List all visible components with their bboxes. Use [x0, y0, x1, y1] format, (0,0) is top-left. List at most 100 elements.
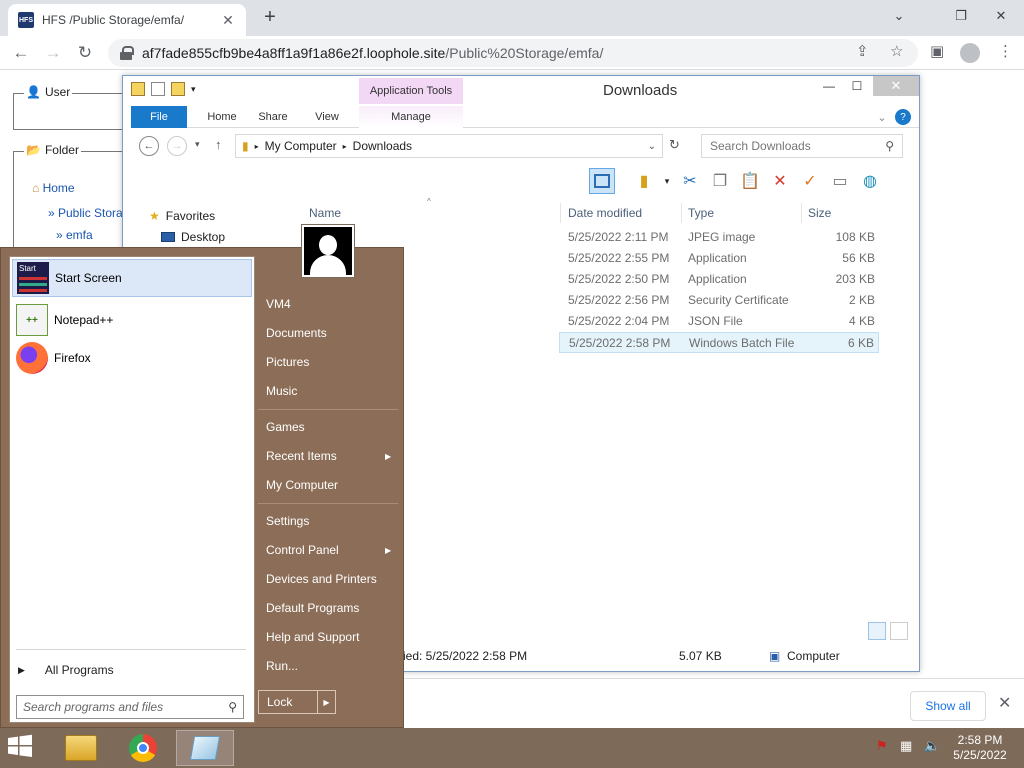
check-icon[interactable]: ✓	[797, 168, 823, 194]
folder-options-dropdown-icon[interactable]: ▾	[661, 168, 673, 194]
large-icons-view-icon[interactable]	[890, 622, 908, 640]
start-item-vm4[interactable]: VM4	[266, 297, 291, 311]
address-dropdown-icon[interactable]: ⌄	[648, 141, 656, 152]
back-icon[interactable]: ←	[139, 136, 159, 156]
close-window-icon[interactable]: ✕	[984, 0, 1018, 32]
browser-tab[interactable]: HFS HFS /Public Storage/emfa/ ✕	[8, 4, 246, 36]
new-folder-icon[interactable]	[171, 82, 185, 96]
file-row[interactable]: 5/25/2022 2:56 PM Security Certificate 2…	[563, 290, 879, 311]
explorer-address-box[interactable]: ▮ ▸ My Computer ▸ Downloads ⌄	[235, 134, 663, 158]
start-item-control-panel[interactable]: Control Panel	[266, 543, 339, 557]
lock-button[interactable]: Lock ▶	[258, 690, 336, 714]
breadcrumb-my-computer[interactable]: My Computer	[265, 139, 337, 153]
back-arrow-icon[interactable]: ←	[8, 40, 34, 66]
new-tab-button[interactable]: +	[258, 6, 282, 30]
explorer-close-icon[interactable]: ✕	[873, 76, 919, 96]
forward-arrow-icon[interactable]: →	[40, 40, 66, 66]
maximize-icon[interactable]: ☐	[843, 76, 871, 96]
program-start-screen[interactable]: Start Start Screen	[12, 259, 252, 297]
start-item-default-programs[interactable]: Default Programs	[266, 601, 359, 615]
favorites-item[interactable]: ★ Favorites	[149, 209, 215, 223]
details-view-icon[interactable]	[868, 622, 886, 640]
lock-options-arrow-icon[interactable]: ▶	[317, 691, 335, 713]
delete-icon[interactable]: ✕	[767, 168, 793, 194]
start-item-recent-items[interactable]: Recent Items	[266, 449, 337, 463]
show-all-button[interactable]: Show all	[910, 691, 986, 721]
start-item-help-and-support[interactable]: Help and Support	[266, 630, 359, 644]
folder-icon[interactable]	[131, 82, 145, 96]
share-icon[interactable]: ⇪	[856, 42, 869, 60]
copy-icon[interactable]: ❐	[707, 168, 733, 194]
network-icon[interactable]: ▦	[900, 738, 912, 754]
start-search-input[interactable]: Search programs and files ⚲	[16, 695, 244, 719]
recent-locations-icon[interactable]: ▾	[195, 139, 200, 150]
system-clock[interactable]: 2:58 PM 5/25/2022	[944, 733, 1016, 763]
up-arrow-icon[interactable]: ↑	[215, 137, 222, 152]
file-row[interactable]: 5/25/2022 2:50 PM Application 203 KB	[563, 269, 879, 290]
preview-pane-icon[interactable]	[589, 168, 615, 194]
search-icon[interactable]: ⚲	[885, 139, 894, 153]
program-firefox[interactable]: Firefox	[12, 339, 252, 377]
qat-dropdown-icon[interactable]: ▾	[191, 84, 196, 95]
taskbar-active-app[interactable]	[176, 730, 234, 766]
forward-icon[interactable]: →	[167, 136, 187, 156]
restore-window-icon[interactable]: ❐	[944, 0, 978, 32]
nav-item-desktop[interactable]: Desktop	[161, 230, 225, 244]
tree-emfa[interactable]: » emfa	[56, 228, 93, 242]
tab-search-icon[interactable]: ⌄	[882, 0, 916, 32]
minimize-icon[interactable]: —	[815, 76, 843, 96]
tab-file[interactable]: File	[131, 106, 187, 128]
bookmark-star-icon[interactable]: ☆	[890, 42, 903, 60]
column-size[interactable]: Size	[804, 203, 880, 223]
file-row-selected[interactable]: 5/25/2022 2:58 PM Windows Batch File 6 K…	[559, 332, 879, 353]
reload-icon[interactable]: ↻	[72, 40, 98, 66]
program-notepad-plus-plus[interactable]: ++ Notepad++	[12, 301, 252, 339]
cut-icon[interactable]: ✂	[677, 168, 703, 194]
search-downloads-input[interactable]: Search Downloads ⚲	[701, 134, 903, 158]
column-name[interactable]: Name ^	[305, 197, 561, 223]
start-item-pictures[interactable]: Pictures	[266, 355, 309, 369]
properties-icon[interactable]	[151, 82, 165, 96]
breadcrumb-downloads[interactable]: Downloads	[353, 139, 412, 153]
start-item-documents[interactable]: Documents	[266, 326, 327, 340]
tab-view[interactable]: View	[307, 106, 347, 128]
start-item-run[interactable]: Run...	[266, 659, 298, 673]
start-item-games[interactable]: Games	[266, 420, 305, 434]
search-icon[interactable]: ⚲	[228, 700, 237, 714]
lock-icon[interactable]	[120, 46, 134, 60]
paste-icon[interactable]: 📋	[737, 168, 763, 194]
folder-options-icon[interactable]: ▮	[631, 168, 657, 194]
volume-muted-icon[interactable]: 🔈	[924, 738, 940, 754]
download-bar-close-icon[interactable]: ✕	[998, 693, 1011, 713]
ribbon-expand-icon[interactable]: ⌄	[875, 106, 889, 128]
taskbar-chrome[interactable]	[114, 730, 172, 766]
side-panel-icon[interactable]: ▣	[930, 42, 944, 60]
explorer-titlebar[interactable]: ▾ Application Tools Downloads — ☐ ✕	[123, 76, 919, 104]
tree-home[interactable]: ⌂ Home	[32, 181, 75, 195]
all-programs-button[interactable]: ▶ All Programs	[18, 663, 248, 677]
tab-share[interactable]: Share	[253, 106, 293, 128]
windows-start-icon[interactable]	[6, 734, 40, 762]
start-item-my-computer[interactable]: My Computer	[266, 478, 338, 492]
file-row[interactable]: 5/25/2022 2:11 PM JPEG image 108 KB	[563, 227, 879, 248]
action-center-flag-icon[interactable]: ⚑	[876, 738, 888, 754]
tab-home[interactable]: Home	[197, 106, 247, 128]
start-item-music[interactable]: Music	[266, 384, 297, 398]
tab-close-icon[interactable]: ✕	[220, 12, 236, 29]
address-bar[interactable]: af7fade855cfb9be4a8ff1a9f1a86e2f.loophol…	[108, 39, 918, 67]
start-item-settings[interactable]: Settings	[266, 514, 309, 528]
rename-icon[interactable]: ▭	[827, 168, 853, 194]
tab-manage[interactable]: Manage	[383, 106, 439, 128]
tree-public-storage[interactable]: » Public Stora	[48, 206, 123, 220]
file-row[interactable]: 5/25/2022 2:04 PM JSON File 4 KB	[563, 311, 879, 332]
column-date-modified[interactable]: Date modified	[564, 203, 682, 223]
globe-icon[interactable]: ◍	[857, 168, 883, 194]
help-icon[interactable]: ?	[895, 109, 911, 125]
start-item-devices-and-printers[interactable]: Devices and Printers	[266, 572, 377, 586]
user-picture[interactable]	[301, 224, 355, 278]
profile-avatar-icon[interactable]	[960, 43, 980, 63]
file-row[interactable]: 5/25/2022 2:55 PM Application 56 KB	[563, 248, 879, 269]
taskbar-file-explorer[interactable]	[52, 730, 110, 766]
refresh-icon[interactable]: ↻	[669, 137, 680, 153]
column-type[interactable]: Type	[684, 203, 802, 223]
